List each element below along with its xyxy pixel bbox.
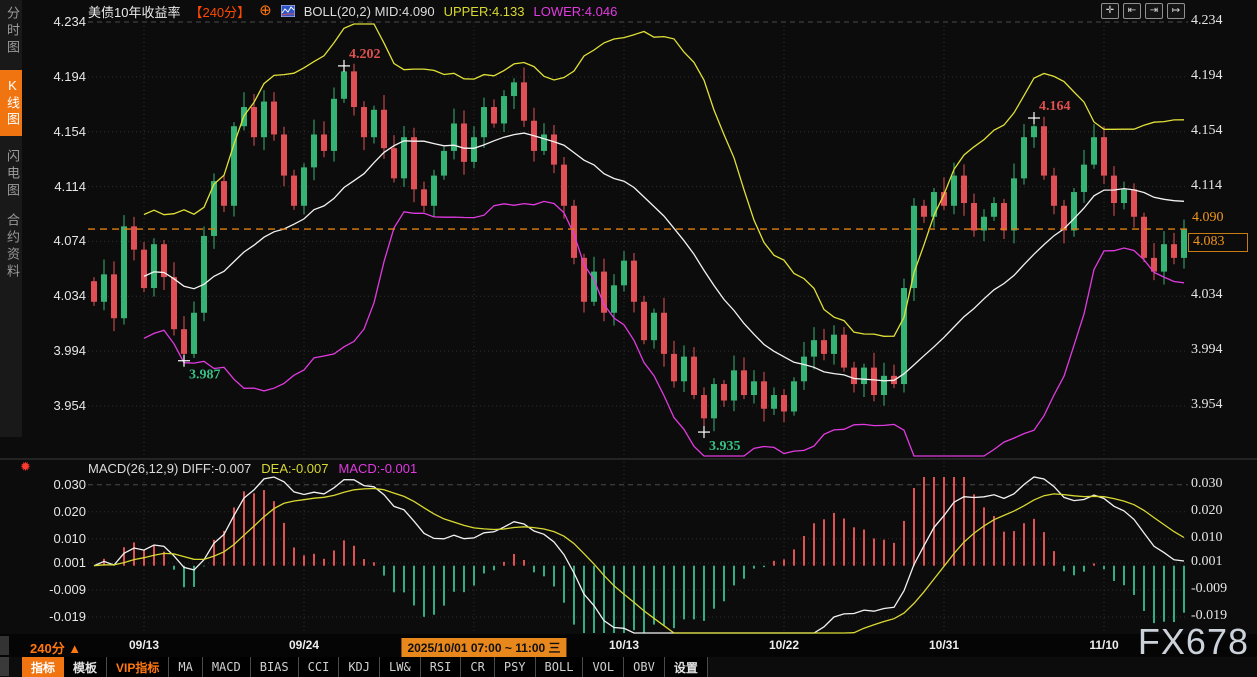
price-annotation: 3.987 [189,368,221,383]
y-axis-label-right: 4.154 [1191,123,1253,139]
x-axis-row: 240分 ▲ 09/13 09/24 2025/10/01 07:00 ~ 11:0… [0,634,1257,657]
macd-axis-label: 0.001 [24,555,86,570]
toolbar-item-MA[interactable]: MA [169,657,202,677]
date-label: 10/22 [769,638,799,652]
macd-axis-label: 0.020 [24,504,86,519]
y-axis-label-right: 4.114 [1191,178,1253,194]
toolbar-item-PSY[interactable]: PSY [495,657,536,677]
mini-chart-icon[interactable] [281,5,295,17]
toolbar-item-BIAS[interactable]: BIAS [251,657,299,677]
instrument-title: 美债10年收益率 [88,2,180,21]
crosshair-icon[interactable]: ✛ [1101,3,1119,19]
corner-handle[interactable] [0,657,9,676]
y-axis-label: 4.194 [24,69,86,84]
macd-axis-label-right: 0.001 [1191,554,1253,570]
date-label: 10/13 [609,638,639,652]
scale-left-icon[interactable]: ⇤ [1123,3,1141,19]
period-tag: 【240分】 [189,2,250,21]
chart-header: 美债10年收益率 【240分】 ⊕ BOLL(20,2) MID:4.090 U… [0,0,1257,22]
y-axis-label: 3.994 [24,343,86,358]
sidebar-tab-3[interactable]: 闪电图 [0,149,22,200]
macd-dea-label: DEA:-0.007 [261,461,328,476]
plus-circle-icon[interactable]: ⊕ [259,4,272,18]
y-axis-label-right: 4.194 [1191,68,1253,84]
macd-header: MACD(26,12,9) DIFF:-0.007 DEA:-0.007 MAC… [88,461,417,476]
date-label: 10/31 [929,638,959,652]
last-price-badge: 4.083 [1188,233,1248,252]
scale-right-icon[interactable]: ⇥ [1145,3,1163,19]
date-label: 09/13 [129,638,159,652]
boll-label: BOLL(20,2) MID:4.090 [304,4,435,19]
toolbar-item-OBV[interactable]: OBV [624,657,665,677]
macd-axis-label: 0.010 [24,531,86,546]
corner-handle[interactable] [0,636,9,655]
toolbar-item-指标[interactable]: 指标 [22,657,64,677]
chart-toolbar-icons: ✛⇤⇥↦ [1101,3,1185,19]
boll-upper-label: UPPER:4.133 [444,4,525,19]
toolbar-item-模板[interactable]: 模板 [64,657,107,677]
price-annotation: 4.202 [349,47,381,62]
macd-axis-label: -0.019 [24,609,86,624]
y-axis-label-right: 3.994 [1191,342,1253,358]
sidebar-tab-2[interactable]: K线图 [0,70,22,136]
toolbar-item-CR[interactable]: CR [461,657,494,677]
macd-axis-label: -0.009 [24,582,86,597]
sidebar-tab-4[interactable]: 合约资料 [0,213,22,281]
boll-lower-label: LOWER:4.046 [534,4,618,19]
current-bar-time-label: 2025/10/01 07:00 ~ 11:00 三 [401,638,566,657]
macd-axis-label-right: 0.020 [1191,503,1253,519]
y-axis-label: 4.154 [24,124,86,139]
toolbar-item-BOLL[interactable]: BOLL [536,657,584,677]
chart-window: 美债10年收益率 【240分】 ⊕ BOLL(20,2) MID:4.090 U… [0,0,1257,677]
macd-axis-label-right: 0.010 [1191,530,1253,546]
indicator-toolbar: 指标模板VIP指标MAMACDBIASCCIKDJLW&RSICRPSYBOLL… [22,657,708,677]
toolbar-item-设置[interactable]: 设置 [665,657,708,677]
date-label: 09/24 [289,638,319,652]
price-annotation: 4.164 [1039,99,1071,114]
toolbar-item-VIP指标[interactable]: VIP指标 [107,657,169,677]
pan-right-icon[interactable]: ↦ [1167,3,1185,19]
burst-icon[interactable]: ✹ [20,459,31,475]
macd-macd-label: MACD:-0.001 [339,461,418,476]
y-axis-label: 4.074 [24,233,86,248]
price-annotation: 3.935 [709,439,741,454]
date-label: 11/10 [1089,638,1118,652]
sidebar: 分时图 K线图闪电图合约资料 [0,0,22,437]
toolbar-item-LW&[interactable]: LW& [380,657,421,677]
macd-name: MACD(26,12,9) DIFF:-0.007 [88,461,251,476]
y-axis-label-right: 4.034 [1191,287,1253,303]
toolbar-item-KDJ[interactable]: KDJ [339,657,380,677]
boll-mid-price-badge: 4.090 [1190,210,1226,226]
toolbar-item-VOL[interactable]: VOL [583,657,624,677]
toolbar-item-MACD[interactable]: MACD [203,657,251,677]
macd-axis-label: 0.030 [24,477,86,492]
chart-canvas[interactable]: 3.987 4.202 3.935 4.164 [0,0,1257,677]
macd-axis-label-right: -0.009 [1191,581,1253,597]
macd-axis-label-right: 0.030 [1191,476,1253,492]
watermark: FX678 [1138,621,1249,663]
toolbar-item-CCI[interactable]: CCI [299,657,340,677]
y-axis-label: 4.114 [24,179,86,194]
sidebar-tab-1[interactable]: 分时图 [0,6,22,57]
y-axis-label: 3.954 [24,398,86,413]
period-indicator[interactable]: 240分 ▲ [30,638,81,657]
y-axis-label: 4.034 [24,288,86,303]
toolbar-item-RSI[interactable]: RSI [421,657,462,677]
y-axis-label-right: 3.954 [1191,397,1253,413]
